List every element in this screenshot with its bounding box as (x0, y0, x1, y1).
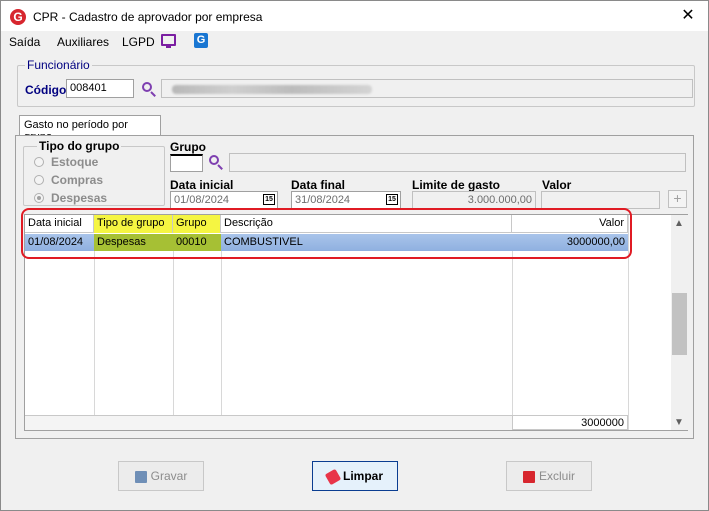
grupo-label: Grupo (170, 140, 206, 154)
radio-label-estoque: Estoque (51, 155, 99, 169)
column-divider (512, 251, 513, 415)
excluir-button[interactable]: Excluir (506, 461, 592, 491)
eraser-icon (324, 468, 342, 486)
scroll-thumb[interactable] (672, 293, 687, 355)
cell-descricao: COMBUSTIVEL (224, 236, 303, 248)
grid-footer-strip (25, 415, 512, 430)
header-grupo[interactable]: Grupo (173, 215, 221, 233)
redacted-name (172, 85, 372, 94)
calendar-icon-final[interactable]: 15 (386, 194, 398, 205)
title-bar: G CPR - Cadastro de aprovador por empres… (1, 1, 708, 31)
menu-bar: Saída Auxiliares LGPD (1, 31, 708, 53)
limpar-button[interactable]: Limpar (312, 461, 398, 491)
tipo-grupo-legend: Tipo do grupo (37, 139, 122, 153)
window-title: CPR - Cadastro de aprovador por empresa (33, 10, 263, 24)
excluir-label: Excluir (538, 469, 575, 483)
radio-compras[interactable] (34, 175, 44, 185)
column-divider (628, 215, 629, 430)
valor-label: Valor (542, 178, 572, 192)
menu-item-auxiliares[interactable]: Auxiliares (57, 35, 109, 49)
cell-grupo: 00010 (173, 234, 221, 251)
header-tipo-grupo[interactable]: Tipo de grupo (94, 215, 173, 233)
app-window: G CPR - Cadastro de aprovador por empres… (0, 0, 709, 511)
brand-g-icon[interactable]: G (194, 33, 208, 48)
radio-estoque[interactable] (34, 157, 44, 167)
codigo-input[interactable]: 008401 (66, 79, 134, 98)
grupo-description-field (229, 153, 686, 172)
data-grid: Data inicial Tipo de grupo Grupo Descriç… (24, 214, 688, 431)
close-icon[interactable]: ✕ (677, 5, 699, 27)
codigo-label: Código (25, 83, 67, 97)
radio-label-compras: Compras (51, 173, 104, 187)
column-divider (221, 251, 222, 415)
header-data-inicial[interactable]: Data inicial (25, 215, 94, 233)
floppy-icon (134, 470, 147, 483)
grupo-search-icon[interactable] (208, 154, 224, 170)
add-button[interactable]: + (668, 190, 687, 208)
funcionario-legend: Funcionário (25, 58, 92, 72)
scroll-up-icon[interactable]: ▲ (674, 218, 684, 229)
cell-valor: 3000000,00 (566, 236, 625, 248)
vertical-scrollbar[interactable]: ▲ ▼ (671, 215, 688, 430)
menu-item-saida[interactable]: Saída (9, 35, 40, 49)
monitor-icon[interactable] (161, 34, 176, 48)
radio-despesas[interactable] (34, 193, 44, 203)
search-icon[interactable] (141, 81, 157, 97)
data-inicial-label: Data inicial (170, 178, 234, 192)
cell-tipo-grupo: Despesas (94, 234, 173, 251)
tab-gasto-periodo-grupo[interactable]: Gasto no período por grupo (19, 115, 161, 143)
trash-icon (522, 470, 535, 483)
valor-field (541, 191, 660, 209)
app-logo-icon: G (10, 9, 26, 25)
limpar-label: Limpar (342, 469, 383, 483)
scroll-down-icon[interactable]: ▼ (674, 417, 684, 428)
header-descricao[interactable]: Descrição (221, 215, 512, 233)
funcionario-name-field (161, 79, 693, 98)
grid-total: 3000000 (512, 415, 628, 430)
calendar-icon-inicial[interactable]: 15 (263, 194, 275, 205)
data-inicial-input[interactable]: 01/08/2024 (170, 191, 278, 209)
grid-header: Data inicial Tipo de grupo Grupo Descriç… (25, 215, 628, 233)
column-divider (94, 251, 95, 415)
gravar-label: Gravar (150, 469, 188, 483)
grupo-input[interactable] (170, 154, 203, 172)
limite-gasto-label: Limite de gasto (412, 178, 501, 192)
menu-item-lgpd[interactable]: LGPD (122, 35, 155, 49)
data-final-input[interactable]: 31/08/2024 (291, 191, 401, 209)
column-divider (173, 251, 174, 415)
cell-data-inicial: 01/08/2024 (28, 236, 84, 248)
table-row[interactable]: 01/08/2024 Despesas 00010 COMBUSTIVEL 30… (25, 234, 628, 251)
radio-label-despesas: Despesas (51, 191, 108, 205)
data-final-label: Data final (291, 178, 346, 192)
gravar-button[interactable]: Gravar (118, 461, 204, 491)
header-valor[interactable]: Valor (512, 215, 628, 233)
limite-gasto-field: 3.000.000,00 (412, 191, 536, 209)
